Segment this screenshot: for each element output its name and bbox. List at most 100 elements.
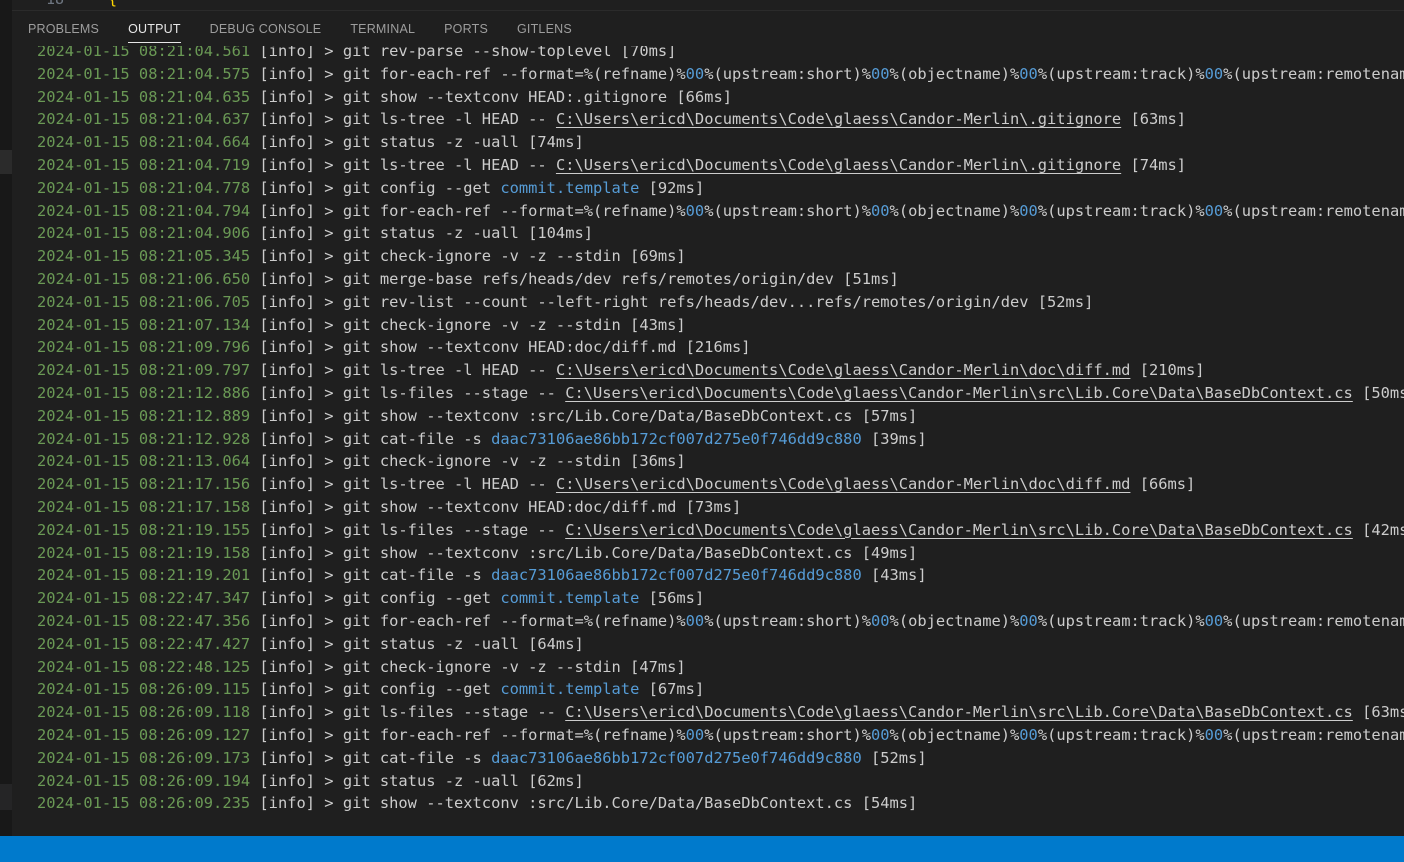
gutter-marker (0, 150, 12, 174)
file-path-link[interactable]: C:\Users\ericd\Documents\Code\glaess\Can… (565, 521, 1353, 539)
log-level: [info] (259, 133, 316, 152)
tab-problems[interactable]: PROBLEMS (28, 14, 99, 44)
log-timestamp: 2024-01-15 08:22:47.427 (37, 634, 251, 653)
log-highlight: 00 (871, 725, 890, 744)
log-timestamp: 2024-01-15 08:21:19.155 (37, 520, 251, 539)
log-text: > git show --textconv :src/Lib.Core/Data… (315, 406, 918, 425)
log-line: 2024-01-15 08:21:04.664 [info] > git sta… (37, 131, 1404, 154)
log-text: %(upstream:track)% (1037, 64, 1205, 83)
log-level: [info] (259, 611, 316, 630)
log-timestamp: 2024-01-15 08:26:09.173 (37, 748, 251, 767)
log-timestamp: 2024-01-15 08:21:04.561 (37, 46, 251, 60)
log-level: [info] (259, 406, 316, 425)
log-text: [56ms] (639, 589, 705, 608)
tab-ports[interactable]: PORTS (444, 14, 488, 44)
log-lines: 2024-01-15 08:21:04.561 [info] > git rev… (37, 46, 1404, 815)
log-timestamp: 2024-01-15 08:21:04.575 (37, 64, 251, 83)
log-text: > git ls-files --stage -- (315, 520, 566, 539)
log-highlight: 00 (1019, 611, 1038, 630)
log-timestamp: 2024-01-15 08:26:09.115 (37, 680, 251, 699)
log-text: > git ls-tree -l HEAD -- (315, 155, 556, 174)
log-line: 2024-01-15 08:21:06.650 [info] > git mer… (37, 268, 1404, 291)
log-timestamp: 2024-01-15 08:21:17.156 (37, 475, 251, 494)
log-line: 2024-01-15 08:22:47.356 [info] > git for… (37, 610, 1404, 633)
log-text: > git cat-file -s (315, 748, 492, 767)
log-line: 2024-01-15 08:21:06.705 [info] > git rev… (37, 291, 1404, 314)
log-line: 2024-01-15 08:26:09.173 [info] > git cat… (37, 747, 1404, 770)
file-path-link[interactable]: C:\Users\ericd\Documents\Code\glaess\Can… (565, 703, 1353, 721)
log-line: 2024-01-15 08:21:04.575 [info] > git for… (37, 63, 1404, 86)
log-text: > git cat-file -s (315, 566, 492, 585)
file-path-link[interactable]: C:\Users\ericd\Documents\Code\glaess\Can… (556, 475, 1131, 493)
log-highlight: 00 (871, 64, 890, 83)
log-text: > git ls-files --stage -- (315, 383, 566, 402)
log-text: %(upstream:remotenam (1223, 64, 1404, 83)
log-text: [52ms] (861, 748, 927, 767)
log-timestamp: 2024-01-15 08:26:09.235 (37, 794, 251, 813)
log-text: %(upstream:remotenam (1223, 201, 1404, 220)
log-timestamp: 2024-01-15 08:21:04.719 (37, 155, 251, 174)
log-line: 2024-01-15 08:21:19.158 [info] > git sho… (37, 542, 1404, 565)
log-timestamp: 2024-01-15 08:21:04.906 (37, 224, 251, 243)
log-text: %(upstream:short)% (704, 64, 871, 83)
log-level: [info] (259, 771, 316, 790)
log-text: > git config --get (315, 680, 501, 699)
file-path-link[interactable]: C:\Users\ericd\Documents\Code\glaess\Can… (556, 361, 1131, 379)
log-text: %(objectname)% (889, 725, 1020, 744)
log-level: [info] (259, 361, 316, 380)
log-highlight: commit.template (500, 680, 640, 699)
log-highlight: daac73106ae86bb172cf007d275e0f746dd9c880 (491, 566, 862, 585)
file-path-link[interactable]: C:\Users\ericd\Documents\Code\glaess\Can… (556, 156, 1121, 174)
log-level: [info] (259, 543, 316, 562)
log-level: [info] (259, 87, 316, 106)
log-highlight: commit.template (500, 589, 640, 608)
log-level: [info] (259, 155, 316, 174)
status-bar[interactable] (0, 836, 1404, 862)
log-level: [info] (259, 748, 316, 767)
file-path-link[interactable]: C:\Users\ericd\Documents\Code\glaess\Can… (556, 110, 1121, 128)
log-text: > git merge-base refs/heads/dev refs/rem… (315, 269, 899, 288)
vscode-window: 18 { PROBLEMS OUTPUT DEBUG CONSOLE TERMI… (0, 0, 1404, 862)
log-level: [info] (259, 794, 316, 813)
log-level: [info] (259, 46, 316, 60)
log-line: 2024-01-15 08:22:47.427 [info] > git sta… (37, 633, 1404, 656)
log-line: 2024-01-15 08:21:05.345 [info] > git che… (37, 245, 1404, 268)
log-highlight: 00 (1204, 64, 1224, 83)
log-text: > git show --textconv HEAD:.gitignore [6… (315, 87, 732, 106)
log-highlight: 00 (1019, 201, 1038, 220)
log-text: %(objectname)% (889, 201, 1020, 220)
log-timestamp: 2024-01-15 08:21:07.134 (37, 315, 251, 334)
output-log-panel[interactable]: 2024-01-15 08:21:04.561 [info] > git rev… (12, 46, 1404, 836)
log-line: 2024-01-15 08:21:19.155 [info] > git ls-… (37, 519, 1404, 542)
log-line: 2024-01-15 08:21:19.201 [info] > git cat… (37, 564, 1404, 587)
log-text: %(upstream:track)% (1037, 611, 1205, 630)
tab-terminal[interactable]: TERMINAL (350, 14, 415, 44)
log-text: %(objectname)% (889, 64, 1020, 83)
log-level: [info] (259, 520, 316, 539)
log-text: [210ms] (1130, 361, 1205, 380)
log-level: [info] (259, 224, 316, 243)
log-text: > git status -z -uall [64ms] (315, 634, 584, 653)
log-timestamp: 2024-01-15 08:21:19.201 (37, 566, 251, 585)
log-text: > git check-ignore -v -z --stdin [47ms] (315, 657, 686, 676)
log-highlight: 00 (871, 201, 890, 220)
log-timestamp: 2024-01-15 08:22:48.125 (37, 657, 251, 676)
log-level: [info] (259, 247, 316, 266)
log-line: 2024-01-15 08:22:48.125 [info] > git che… (37, 656, 1404, 679)
log-text: %(upstream:short)% (704, 201, 871, 220)
tab-gitlens[interactable]: GITLENS (517, 14, 572, 44)
log-line: 2024-01-15 08:26:09.115 [info] > git con… (37, 678, 1404, 701)
tab-output[interactable]: OUTPUT (128, 14, 181, 44)
log-highlight: commit.template (500, 178, 640, 197)
file-path-link[interactable]: C:\Users\ericd\Documents\Code\glaess\Can… (565, 384, 1353, 402)
log-text: > git status -z -uall [104ms] (315, 224, 593, 243)
log-text: > git config --get (315, 589, 501, 608)
log-text: > git ls-tree -l HEAD -- (315, 475, 556, 494)
log-level: [info] (259, 178, 316, 197)
log-timestamp: 2024-01-15 08:21:05.345 (37, 247, 251, 266)
log-text: [63ms (1352, 703, 1404, 722)
log-text: > git check-ignore -v -z --stdin [43ms] (315, 315, 686, 334)
log-highlight: 00 (871, 611, 890, 630)
tab-debug-console[interactable]: DEBUG CONSOLE (210, 14, 322, 44)
log-timestamp: 2024-01-15 08:26:09.118 (37, 703, 251, 722)
